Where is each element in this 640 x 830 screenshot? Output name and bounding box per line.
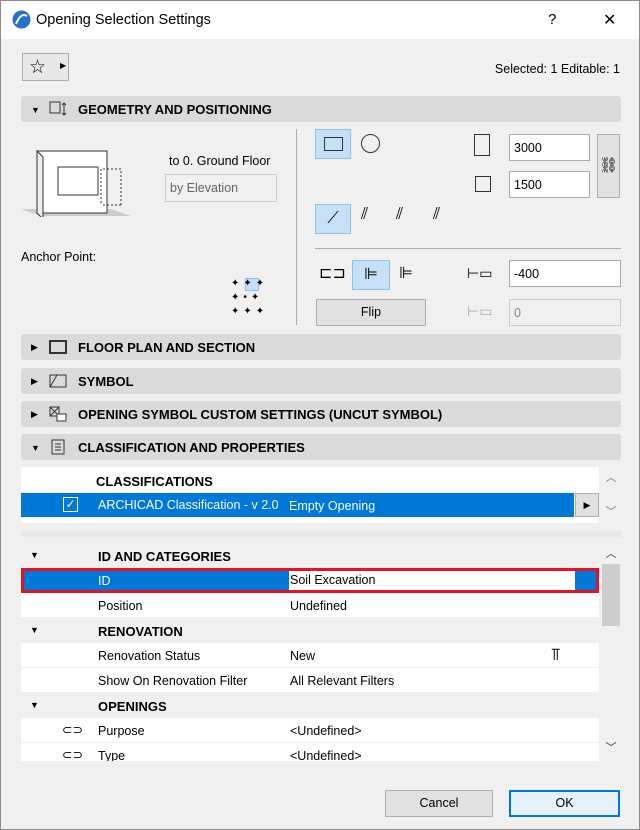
favorites-button[interactable]: ☆ ▶ [22,53,69,81]
height-field[interactable]: 1500 [509,171,590,198]
property-row[interactable]: Show On Renovation Filter All Relevant Fi… [21,668,599,693]
section-classification[interactable]: ▼ CLASSIFICATION AND PROPERTIES [21,434,621,460]
properties-icon [51,439,65,455]
property-row-id[interactable]: ID Soil Excavation [21,568,599,593]
expanded-triangle-icon: ▼ [31,443,40,453]
orientation-button-2[interactable]: ⫽ [361,206,368,224]
close-button[interactable]: ✕ [603,10,616,30]
collapsed-triangle-icon: ▶ [31,376,38,386]
linked-property-icon: ⊂⊃ [62,748,83,761]
circle-shape-button[interactable] [361,134,380,153]
properties-table: ▼ ID AND CATEGORIES ID Soil Excavation Pos… [21,543,599,761]
property-row[interactable]: ⊂⊃ Type <Undefined> [21,743,599,761]
elevation-mode-field[interactable]: by Elevation [165,174,277,202]
group-openings[interactable]: ▼ OPENINGS [21,693,599,718]
ok-button[interactable]: OK [509,790,620,817]
id-value-field[interactable]: Soil Excavation [290,573,375,587]
linked-property-icon: ⊂⊃ [62,723,83,737]
anchor-point-grid[interactable]: ✦✦✦ ✦•✦ ✦✦✦ [231,277,273,321]
height-icon [475,176,491,192]
expanded-triangle-icon: ▼ [30,700,39,710]
scrollbar-thumb[interactable] [602,564,620,626]
wall-position-core-button[interactable]: ⊫ [399,263,413,283]
properties-scrollbar[interactable]: ︿ ﹀ [601,543,621,761]
title-bar: Opening Selection Settings ? ✕ [1,1,639,39]
property-row[interactable]: Position Undefined [21,593,599,618]
symbol-icon [49,374,67,388]
orientation-button-4[interactable]: ⫽ [433,206,440,224]
renovation-crane-icon: ⫪ [551,645,561,664]
group-id-categories[interactable]: ▼ ID AND CATEGORIES [21,543,599,568]
section-floor-plan[interactable]: ▶ FLOOR PLAN AND SECTION [21,334,621,360]
property-row[interactable]: ⊂⊃ Purpose <Undefined> [21,718,599,743]
classification-picker-button[interactable]: ▶ [575,493,599,517]
offset-secondary-icon: ⊢▭ [467,303,493,319]
expanded-triangle-icon: ▼ [30,550,39,560]
wall-position-inside-button[interactable]: ⊫ [352,260,390,290]
collapsed-triangle-icon: ▶ [31,342,38,352]
expanded-triangle-icon: ▼ [30,625,39,635]
offset-icon: ⊢▭ [467,265,493,281]
offset-field[interactable]: -400 [509,260,621,287]
width-icon [474,134,490,156]
geometry-icon [49,101,67,116]
offset-secondary-field[interactable]: 0 [509,299,621,326]
classification-row[interactable]: ✓ ARCHICAD Classification - v 2.0 Empty … [21,493,574,517]
splitter[interactable] [21,531,621,537]
chain-link-icon: ⛓ [598,157,619,174]
collapsed-triangle-icon: ▶ [31,409,38,419]
classifications-header: CLASSIFICATIONS [96,474,213,489]
group-renovation[interactable]: ▼ RENOVATION [21,618,599,643]
cancel-button[interactable]: Cancel [385,790,493,817]
classifications-scrollbar[interactable]: ︿ ﹀ [601,467,621,523]
link-proportions-button[interactable]: ⛓ [597,134,620,198]
orientation-button-1[interactable]: ⟋ [315,204,351,234]
archicad-logo-icon [12,10,31,29]
classifications-list: CLASSIFICATIONS ✓ ARCHICAD Classificatio… [21,467,599,523]
window-title: Opening Selection Settings [36,12,211,28]
classification-checkbox[interactable]: ✓ [63,497,78,512]
wall-position-outside-button[interactable]: ⊏⊐ [319,263,346,283]
section-symbol[interactable]: ▶ SYMBOL [21,368,621,394]
floor-label: to 0. Ground Floor [169,154,271,168]
expanded-triangle-icon: ▼ [31,105,40,115]
selection-info: Selected: 1 Editable: 1 [494,62,620,76]
section-geometry[interactable]: ▼ GEOMETRY AND POSITIONING [21,96,621,122]
property-row[interactable]: Renovation Status New ⫪ [21,643,599,668]
rectangle-shape-button[interactable] [315,129,351,159]
section-custom-settings[interactable]: ▶ OPENING SYMBOL CUSTOM SETTINGS (UNCUT S… [21,401,621,427]
floor-plan-icon [49,340,67,354]
orientation-button-3[interactable]: ⫽ [396,206,403,224]
anchor-point-label: Anchor Point: [21,250,97,264]
caret-right-icon: ▶ [60,61,67,70]
star-icon: ☆ [29,57,47,78]
opening-preview-icon [21,149,131,217]
width-field[interactable]: 3000 [509,134,590,161]
custom-settings-icon [49,406,67,422]
help-button[interactable]: ? [548,11,556,28]
flip-button[interactable]: Flip [316,299,426,326]
